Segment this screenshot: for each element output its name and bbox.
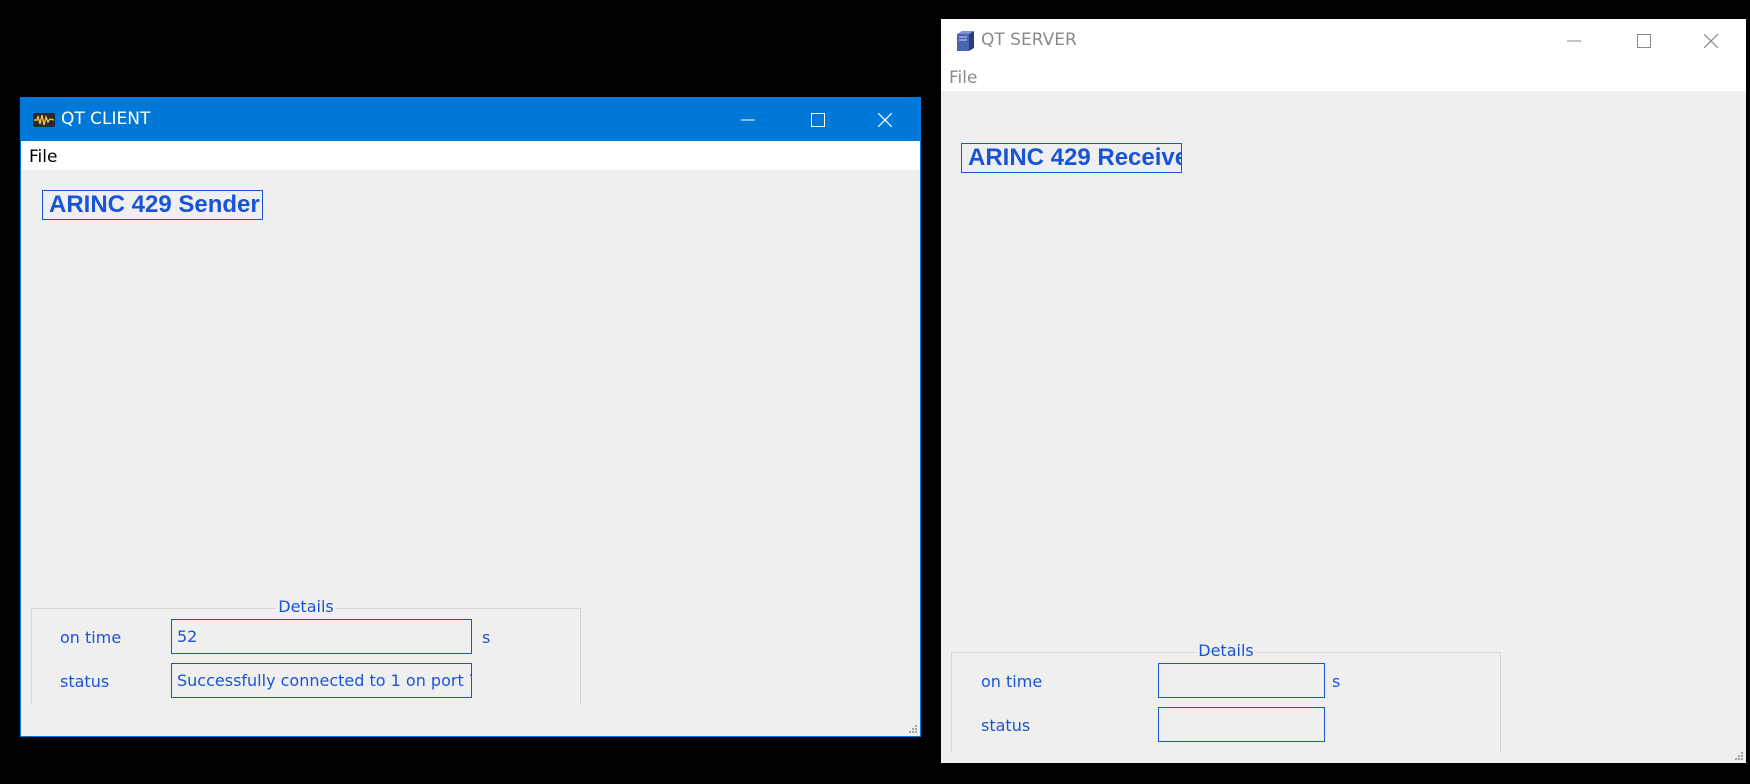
client-content: ARINC 429 Sender Details on time 52 s st… [21,170,920,736]
on-time-field[interactable] [1158,663,1325,698]
close-button[interactable] [1676,19,1746,62]
minimize-icon [1567,40,1581,42]
details-groupbox: Details on time s status [951,641,1501,752]
status-label: status [981,716,1031,735]
resize-grip-icon[interactable] [908,724,918,734]
details-title: Details [1196,641,1256,660]
maximize-icon [811,113,825,127]
menu-file[interactable]: File [949,68,977,88]
close-icon [1704,34,1718,48]
status-label: status [60,672,110,691]
menubar: File [21,141,920,170]
maximize-button[interactable] [1609,19,1679,62]
page-title: ARINC 429 Receive [961,143,1182,173]
server-content: ARINC 429 Receive Details on time s stat… [941,91,1746,763]
window-title: QT SERVER [981,30,1077,50]
window-title: QT CLIENT [61,109,151,129]
minimize-icon [741,119,755,121]
waveform-app-icon [32,110,56,130]
status-field[interactable] [1158,707,1325,742]
on-time-label: on time [60,628,122,647]
menu-file[interactable]: File [29,147,57,167]
server-app-icon [952,31,976,51]
details-groupbox: Details on time 52 s status Successfully… [31,597,581,704]
server-window: QT SERVER File ARINC 429 Receive Details… [941,19,1746,763]
close-button[interactable] [850,98,920,141]
minimize-button[interactable] [1539,19,1609,62]
on-time-label: on time [981,672,1043,691]
close-icon [878,113,892,127]
maximize-icon [1637,34,1651,48]
client-window: QT CLIENT File ARINC 429 Sender Details … [20,97,921,737]
status-field[interactable]: Successfully connected to 1 on port 7750 [171,663,472,698]
minimize-button[interactable] [713,98,783,141]
page-title: ARINC 429 Sender [42,190,263,220]
on-time-field[interactable]: 52 [171,619,472,654]
resize-grip-icon[interactable] [1734,751,1744,761]
menubar: File [941,62,1746,91]
client-titlebar[interactable]: QT CLIENT [21,98,920,141]
maximize-button[interactable] [783,98,853,141]
details-title: Details [276,597,336,616]
seconds-unit-label: s [1332,672,1341,691]
server-titlebar[interactable]: QT SERVER [941,19,1746,62]
seconds-unit-label: s [482,628,491,647]
